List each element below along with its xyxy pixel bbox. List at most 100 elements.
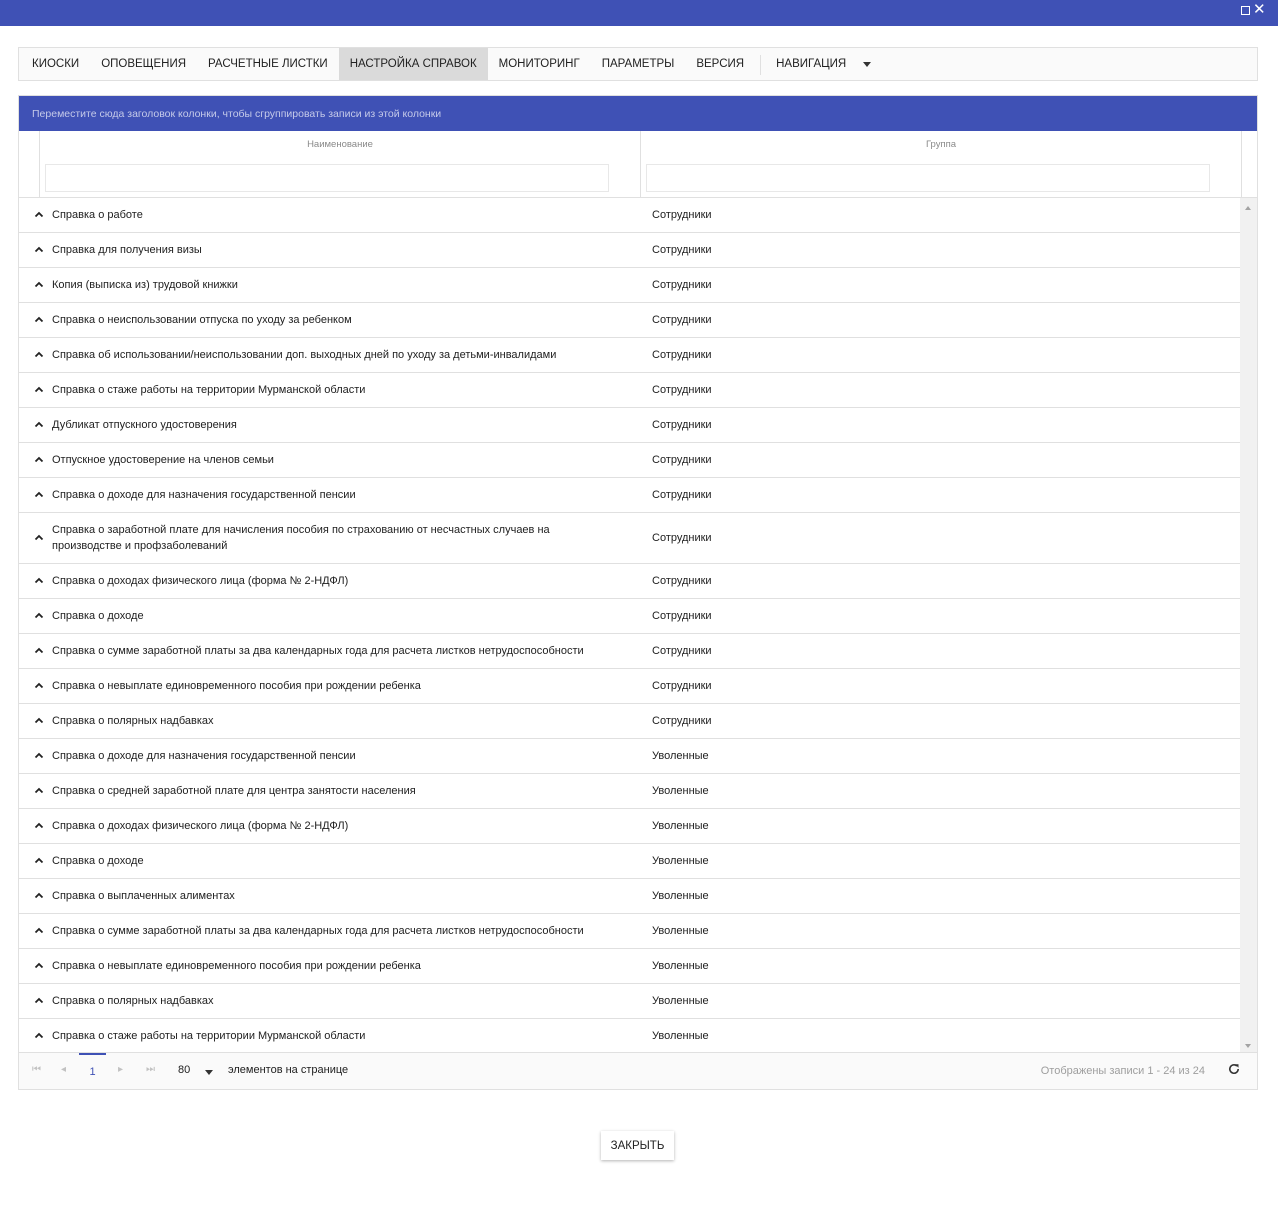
chevron-up-icon[interactable]: [33, 349, 45, 361]
tab-monitoring[interactable]: МОНИТОРИНГ: [488, 48, 591, 80]
table-row[interactable]: Справка о работе Сотрудники: [19, 198, 1241, 233]
table-row[interactable]: Справка о невыплате единовременного посо…: [19, 669, 1241, 704]
tab-certificate-settings[interactable]: НАСТРОЙКА СПРАВОК: [338, 48, 488, 80]
cell-group: Уволенные: [652, 925, 709, 937]
chevron-up-icon[interactable]: [33, 645, 45, 657]
tab-navigation[interactable]: НАВИГАЦИЯ: [765, 48, 879, 80]
chevron-up-icon[interactable]: [33, 1030, 45, 1042]
chevron-down-icon[interactable]: [863, 62, 872, 67]
table-row[interactable]: Справка для получения визы Сотрудники: [19, 233, 1241, 268]
first-page-icon[interactable]: ⏮: [32, 1064, 41, 1075]
maximize-icon[interactable]: [1239, 4, 1251, 16]
group-filter-input[interactable]: [646, 164, 1210, 192]
chevron-up-icon[interactable]: [33, 454, 45, 466]
scroll-up-icon[interactable]: [1245, 206, 1251, 210]
table-row[interactable]: Справка о выплаченных алиментах Уволенные: [19, 879, 1241, 914]
chevron-up-icon[interactable]: [33, 820, 45, 832]
cell-name: Справка о выплаченных алиментах: [52, 890, 235, 902]
chevron-up-icon[interactable]: [33, 995, 45, 1007]
close-icon[interactable]: ✕: [1253, 2, 1266, 17]
chevron-up-icon[interactable]: [33, 489, 45, 501]
chevron-up-icon[interactable]: [33, 384, 45, 396]
last-page-icon[interactable]: ⏭: [146, 1064, 155, 1075]
cell-name: Копия (выписка из) трудовой книжки: [52, 279, 238, 291]
vertical-scrollbar[interactable]: [1240, 198, 1257, 1054]
cell-group: Сотрудники: [652, 384, 712, 396]
page-size-chevron-down-icon[interactable]: [205, 1070, 213, 1075]
chevron-up-icon[interactable]: [33, 610, 45, 622]
header-name-column[interactable]: Наименование: [40, 131, 641, 197]
cell-group: Уволенные: [652, 750, 709, 762]
table-row[interactable]: Справка о неиспользовании отпуска по ухо…: [19, 303, 1241, 338]
chevron-up-icon[interactable]: [33, 680, 45, 692]
header-group-column[interactable]: Группа: [641, 131, 1242, 197]
table-row[interactable]: Дубликат отпускного удостоверения Сотрудн…: [19, 408, 1241, 443]
table-row[interactable]: Справка о полярных надбавках Сотрудники: [19, 704, 1241, 739]
cell-group: Уволенные: [652, 890, 709, 902]
header-indent-cell: [19, 131, 40, 197]
name-filter-input[interactable]: [45, 164, 609, 192]
tab-payslips[interactable]: РАСЧЕТНЫЕ ЛИСТКИ: [197, 48, 339, 80]
table-row[interactable]: Справка о стаже работы на территории Мур…: [19, 1019, 1241, 1054]
chevron-up-icon[interactable]: [33, 314, 45, 326]
table-row[interactable]: Справка о стаже работы на территории Мур…: [19, 373, 1241, 408]
table-row[interactable]: Справка о доходах физического лица (форм…: [19, 564, 1241, 599]
table-row[interactable]: Справка о средней заработной плате для ц…: [19, 774, 1241, 809]
prev-page-icon[interactable]: ◂: [61, 1064, 66, 1075]
chevron-up-icon[interactable]: [33, 925, 45, 937]
chevron-up-icon[interactable]: [33, 750, 45, 762]
chevron-up-icon[interactable]: [33, 419, 45, 431]
tab-notifications[interactable]: ОПОВЕЩЕНИЯ: [90, 48, 197, 80]
cell-name: Справка о невыплате единовременного посо…: [52, 960, 421, 972]
certificates-grid: Переместите сюда заголовок колонки, чтоб…: [18, 95, 1258, 1090]
table-row[interactable]: Копия (выписка из) трудовой книжки Сотруд…: [19, 268, 1241, 303]
cell-name: Справка о средней заработной плате для ц…: [52, 785, 416, 797]
cell-name: Справка о доходе: [52, 855, 144, 867]
tab-kiosks[interactable]: КИОСКИ: [19, 48, 90, 80]
chevron-up-icon[interactable]: [33, 890, 45, 902]
chevron-up-icon[interactable]: [33, 575, 45, 587]
chevron-up-icon[interactable]: [33, 855, 45, 867]
table-row[interactable]: Справка о доходе для назначения государс…: [19, 739, 1241, 774]
table-row[interactable]: Справка о полярных надбавках Уволенные: [19, 984, 1241, 1019]
table-row[interactable]: Справка о невыплате единовременного посо…: [19, 949, 1241, 984]
close-button[interactable]: ЗАКРЫТЬ: [601, 1131, 674, 1160]
cell-name: Справка о доходах физического лица (форм…: [52, 575, 349, 587]
cell-group: Уволенные: [652, 960, 709, 972]
group-drop-panel[interactable]: Переместите сюда заголовок колонки, чтоб…: [19, 96, 1257, 131]
chevron-up-icon[interactable]: [33, 715, 45, 727]
cell-name: Справка о полярных надбавках: [52, 715, 214, 727]
scroll-down-icon[interactable]: [1245, 1044, 1251, 1048]
header-group-title[interactable]: Группа: [641, 139, 1241, 150]
table-row[interactable]: Справка о сумме заработной платы за два …: [19, 634, 1241, 669]
cell-name: Справка о доходах физического лица (форм…: [52, 820, 349, 832]
cell-name: Справка о неиспользовании отпуска по ухо…: [52, 314, 352, 326]
records-info: Отображены записи 1 - 24 из 24: [1040, 1065, 1205, 1077]
chevron-up-icon[interactable]: [33, 532, 45, 544]
table-row[interactable]: Справка о доходе Сотрудники: [19, 599, 1241, 634]
table-row[interactable]: Справка о сумме заработной платы за два …: [19, 914, 1241, 949]
tab-version[interactable]: ВЕРСИЯ: [685, 48, 755, 80]
refresh-icon[interactable]: [1227, 1062, 1241, 1076]
tab-strip: КИОСКИ ОПОВЕЩЕНИЯ РАСЧЕТНЫЕ ЛИСТКИ НАСТР…: [18, 47, 1258, 81]
cell-group: Сотрудники: [652, 610, 712, 622]
cell-name: Справка о стаже работы на территории Мур…: [52, 384, 366, 396]
chevron-up-icon[interactable]: [33, 279, 45, 291]
table-row[interactable]: Справка о доходе для назначения государс…: [19, 478, 1241, 513]
chevron-up-icon[interactable]: [33, 244, 45, 256]
table-row[interactable]: Справка о доходе Уволенные: [19, 844, 1241, 879]
tab-parameters[interactable]: ПАРАМЕТРЫ: [591, 48, 686, 80]
page-size-select[interactable]: 80: [178, 1064, 190, 1076]
chevron-up-icon[interactable]: [33, 960, 45, 972]
table-row[interactable]: Справка о доходах физического лица (форм…: [19, 809, 1241, 844]
table-row[interactable]: Справка об использовании/неиспользовании…: [19, 338, 1241, 373]
page-number-current[interactable]: 1: [79, 1053, 106, 1089]
table-row[interactable]: Справка о заработной плате для начислени…: [19, 513, 1241, 564]
table-row[interactable]: Отпускное удостоверение на членов семьи С…: [19, 443, 1241, 478]
chevron-up-icon[interactable]: [33, 209, 45, 221]
header-name-title[interactable]: Наименование: [40, 139, 640, 150]
pager: ⏮ ◂ 1 ▸ ⏭ 80 элементов на странице Отобр…: [19, 1052, 1257, 1089]
next-page-icon[interactable]: ▸: [118, 1064, 123, 1075]
chevron-up-icon[interactable]: [33, 785, 45, 797]
cell-name: Справка о стаже работы на территории Мур…: [52, 1030, 366, 1042]
